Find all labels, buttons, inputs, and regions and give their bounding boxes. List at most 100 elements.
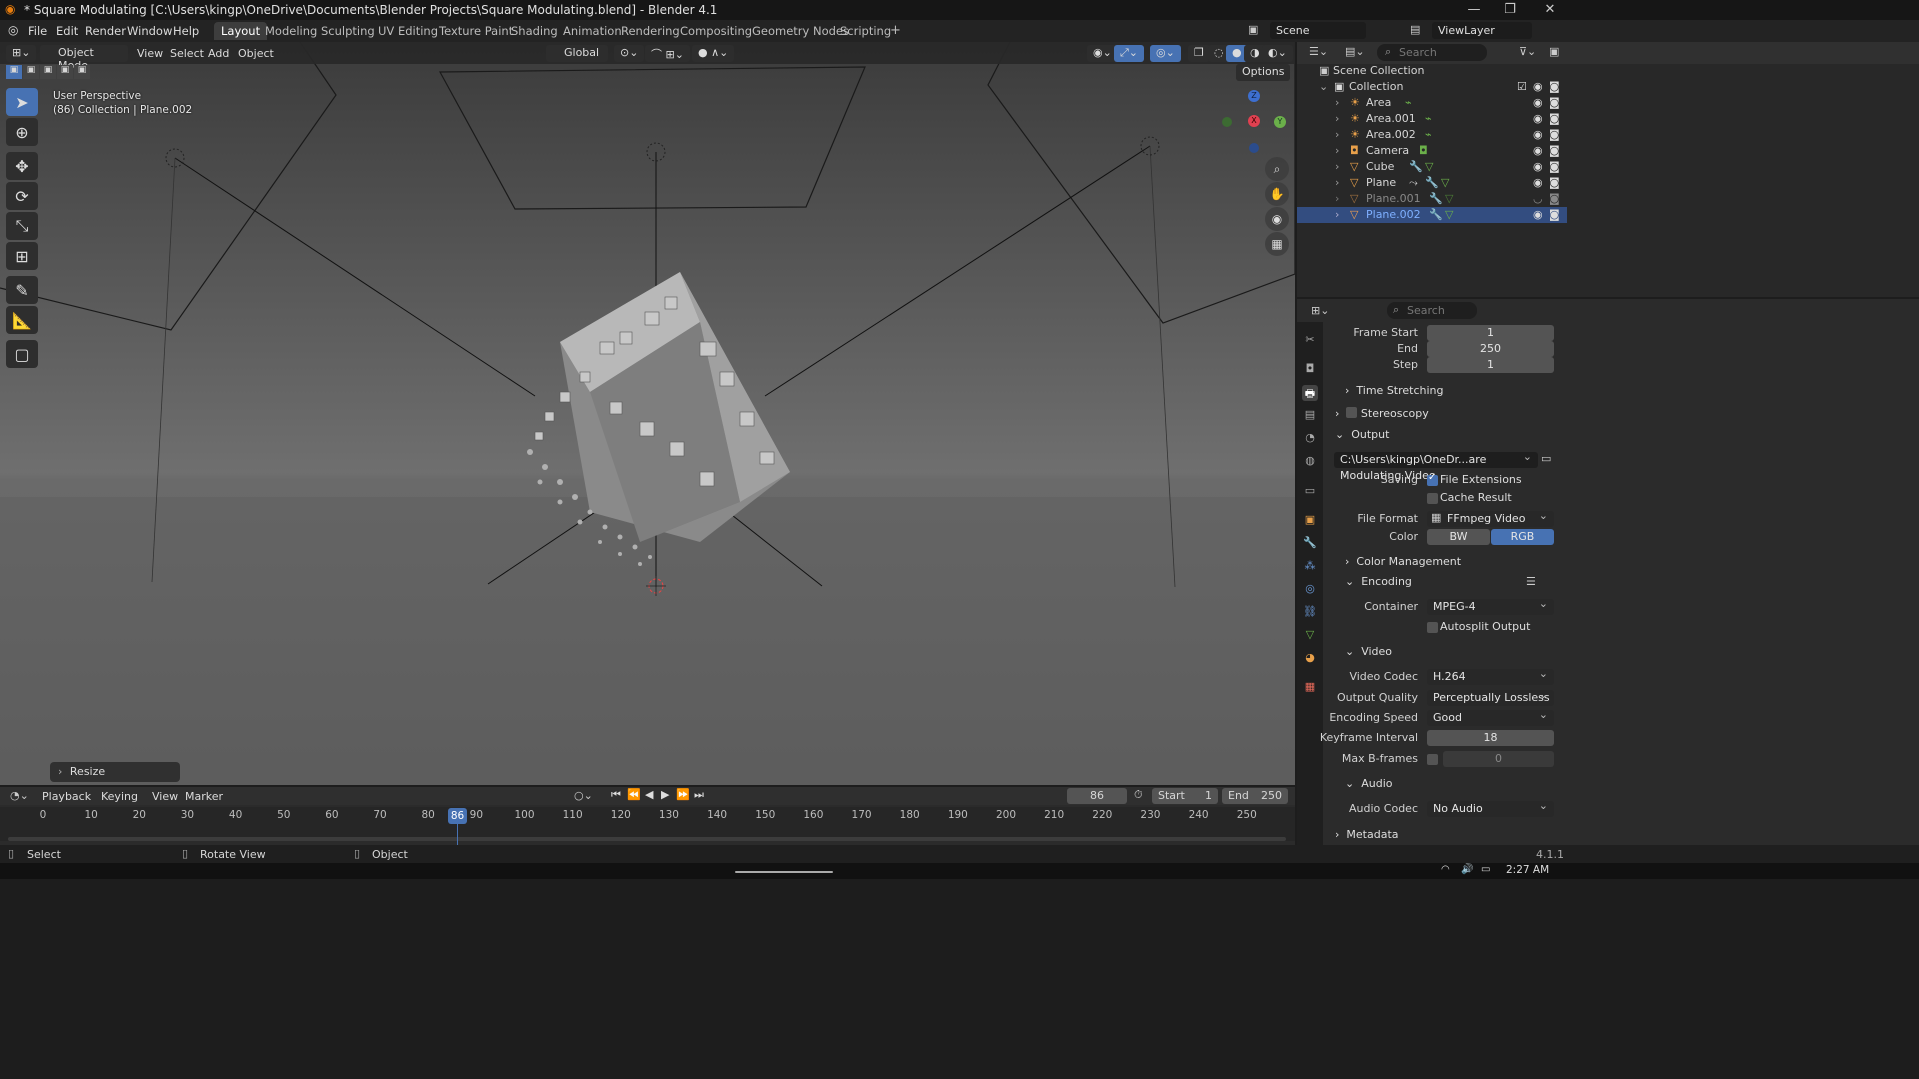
outliner-item-area[interactable]: › ☀ Area ⌁ ◉ ◙: [1297, 95, 1567, 111]
wifi-icon[interactable]: ◠: [1441, 864, 1450, 875]
scene-selector-icon[interactable]: ▣: [1248, 23, 1258, 36]
gizmo-neg-y[interactable]: [1222, 117, 1232, 127]
scale-tool-icon[interactable]: ⤡: [6, 212, 38, 240]
eye-icon[interactable]: ◉: [1533, 128, 1543, 141]
overlay-toggle-icon[interactable]: ◎⌄: [1150, 45, 1181, 62]
outliner-item-plane-001[interactable]: › ▽ Plane.001 🔧 ▽ ◡ ◙: [1297, 191, 1567, 207]
timeline-editor-type-icon[interactable]: ◔⌄: [10, 789, 29, 802]
render-camera-icon[interactable]: ◙: [1549, 192, 1560, 205]
collection-row[interactable]: ⌄ ▣ Collection ☑ ◉ ◙: [1297, 79, 1567, 95]
particles-tab-icon[interactable]: ⁂: [1302, 559, 1318, 575]
menu-help[interactable]: Help: [173, 24, 199, 38]
xray-toggle-icon[interactable]: ❐: [1188, 45, 1210, 62]
max-bframes-checkbox[interactable]: [1427, 754, 1438, 765]
chevron-right-icon[interactable]: ›: [1335, 96, 1339, 109]
color-bw-button[interactable]: BW: [1427, 529, 1490, 545]
output-panel[interactable]: ⌄ Output: [1335, 428, 1389, 441]
pan-hand-icon[interactable]: ✋: [1265, 182, 1289, 206]
volume-icon[interactable]: 🔊: [1461, 864, 1473, 875]
viewlayer-icon[interactable]: ▤: [1410, 23, 1420, 36]
menu-object[interactable]: Object: [238, 47, 274, 60]
color-management-panel[interactable]: › Color Management: [1345, 555, 1461, 568]
select-new-icon[interactable]: ▣: [6, 65, 22, 79]
snap-icon[interactable]: ⌒ ⊞⌄: [645, 45, 690, 62]
current-frame-field[interactable]: 86: [1067, 788, 1127, 804]
scene-name-field[interactable]: Scene: [1270, 22, 1366, 39]
audio-panel[interactable]: ⌄ Audio: [1345, 777, 1392, 790]
jump-keyframe-back-icon[interactable]: ⏪: [627, 788, 641, 801]
outliner-item-cube[interactable]: › ▽ Cube 🔧 ▽ ◉ ◙: [1297, 159, 1567, 175]
render-camera-icon[interactable]: ◙: [1549, 128, 1560, 141]
outliner-item-plane-002[interactable]: › ▽ Plane.002 🔧 ▽ ◉ ◙: [1297, 207, 1567, 223]
filter-icon[interactable]: ⊽⌄: [1519, 45, 1536, 58]
jump-start-icon[interactable]: ⏮: [611, 788, 621, 802]
select-intersect-icon[interactable]: ▣: [74, 65, 90, 79]
gizmo-z-axis[interactable]: Z: [1248, 90, 1260, 102]
output-quality-dropdown[interactable]: Perceptually Lossless: [1427, 687, 1554, 706]
eye-icon[interactable]: ◉: [1533, 80, 1543, 93]
stereoscopy-panel[interactable]: › Stereoscopy: [1335, 406, 1429, 420]
display-mode-icon[interactable]: ▤⌄: [1345, 45, 1365, 58]
play-reverse-icon[interactable]: ◀: [645, 788, 653, 801]
file-format-dropdown[interactable]: FFmpeg Video: [1427, 508, 1554, 527]
new-collection-icon[interactable]: ▣: [1549, 45, 1559, 58]
chevron-right-icon[interactable]: ›: [1335, 192, 1339, 205]
metadata-panel[interactable]: › Metadata: [1335, 828, 1399, 841]
add-workspace-icon[interactable]: +: [890, 23, 901, 38]
render-camera-icon[interactable]: ◙: [1549, 112, 1560, 125]
world-tab-icon[interactable]: ◍: [1302, 454, 1318, 470]
shading-rendered-icon[interactable]: ◐⌄: [1262, 45, 1293, 62]
container-dropdown[interactable]: MPEG-4: [1427, 596, 1554, 615]
gizmo-y-axis[interactable]: Y: [1274, 116, 1286, 128]
select-subtract-icon[interactable]: ▣: [40, 65, 56, 79]
outliner-search-field[interactable]: Search: [1377, 44, 1487, 61]
move-tool-icon[interactable]: ✥: [6, 152, 38, 180]
render-camera-icon[interactable]: ◙: [1549, 160, 1560, 173]
eye-icon[interactable]: ◉: [1533, 208, 1543, 221]
chevron-right-icon[interactable]: ›: [1335, 176, 1339, 189]
maximize-button[interactable]: ❐: [1490, 2, 1530, 17]
add-cube-tool-icon[interactable]: ▢: [6, 340, 38, 368]
properties-editor-type-icon[interactable]: ⊞⌄: [1311, 304, 1329, 317]
menu-render[interactable]: Render: [85, 24, 126, 38]
frame-end-field[interactable]: 250: [1427, 341, 1554, 357]
outliner-editor-type-icon[interactable]: ☰⌄: [1309, 45, 1328, 58]
transform-tool-icon[interactable]: ⊞: [6, 242, 38, 270]
eye-hidden-icon[interactable]: ◡: [1533, 192, 1543, 205]
options-dropdown[interactable]: Options: [1236, 64, 1290, 81]
select-extend-icon[interactable]: ▣: [23, 65, 39, 79]
play-icon[interactable]: ▶: [661, 788, 669, 801]
jump-keyframe-forward-icon[interactable]: ⏩: [676, 788, 690, 801]
video-panel[interactable]: ⌄ Video: [1345, 645, 1392, 658]
chevron-right-icon[interactable]: ›: [1335, 112, 1339, 125]
pivot-icon[interactable]: ⊙⌄: [614, 45, 645, 62]
frame-step-field[interactable]: 1: [1427, 357, 1554, 373]
chevron-right-icon[interactable]: ›: [1335, 160, 1339, 173]
navigation-gizmo[interactable]: Z X Y: [1218, 90, 1288, 160]
audio-codec-dropdown[interactable]: No Audio: [1427, 798, 1554, 817]
editor-type-icon[interactable]: ⊞⌄: [6, 45, 37, 62]
encoding-speed-dropdown[interactable]: Good: [1427, 707, 1554, 726]
material-tab-icon[interactable]: ◕: [1302, 651, 1318, 667]
frame-start-field[interactable]: 1: [1427, 325, 1554, 341]
orientation-dropdown[interactable]: Global: [546, 45, 608, 62]
ortho-toggle-icon[interactable]: ▦: [1265, 232, 1289, 256]
outliner-item-area-001[interactable]: › ☀ Area.001 ⌁ ◉ ◙: [1297, 111, 1567, 127]
cache-result-checkbox[interactable]: [1427, 493, 1438, 504]
end-frame-field[interactable]: End 250: [1222, 788, 1288, 804]
menu-file[interactable]: File: [28, 24, 47, 38]
properties-search-field[interactable]: Search: [1387, 302, 1477, 319]
output-tab-icon[interactable]: 🖶: [1302, 385, 1318, 401]
outliner-item-area-002[interactable]: › ☀ Area.002 ⌁ ◉ ◙: [1297, 127, 1567, 143]
annotate-tool-icon[interactable]: ✎: [6, 276, 38, 304]
encoding-panel[interactable]: ⌄ Encoding: [1345, 575, 1412, 588]
menu-edit[interactable]: Edit: [56, 24, 78, 38]
proportional-edit-icon[interactable]: ● ∧⌄: [692, 45, 735, 62]
menu-select[interactable]: Select: [170, 47, 204, 60]
render-camera-icon[interactable]: ◙: [1549, 96, 1560, 109]
rotate-tool-icon[interactable]: ⟳: [6, 182, 38, 210]
color-rgb-button[interactable]: RGB: [1491, 529, 1554, 545]
view-layer-tab-icon[interactable]: ▤: [1302, 408, 1318, 424]
collection-tab-icon[interactable]: ▭: [1302, 484, 1318, 500]
menu-add[interactable]: Add: [208, 47, 229, 60]
